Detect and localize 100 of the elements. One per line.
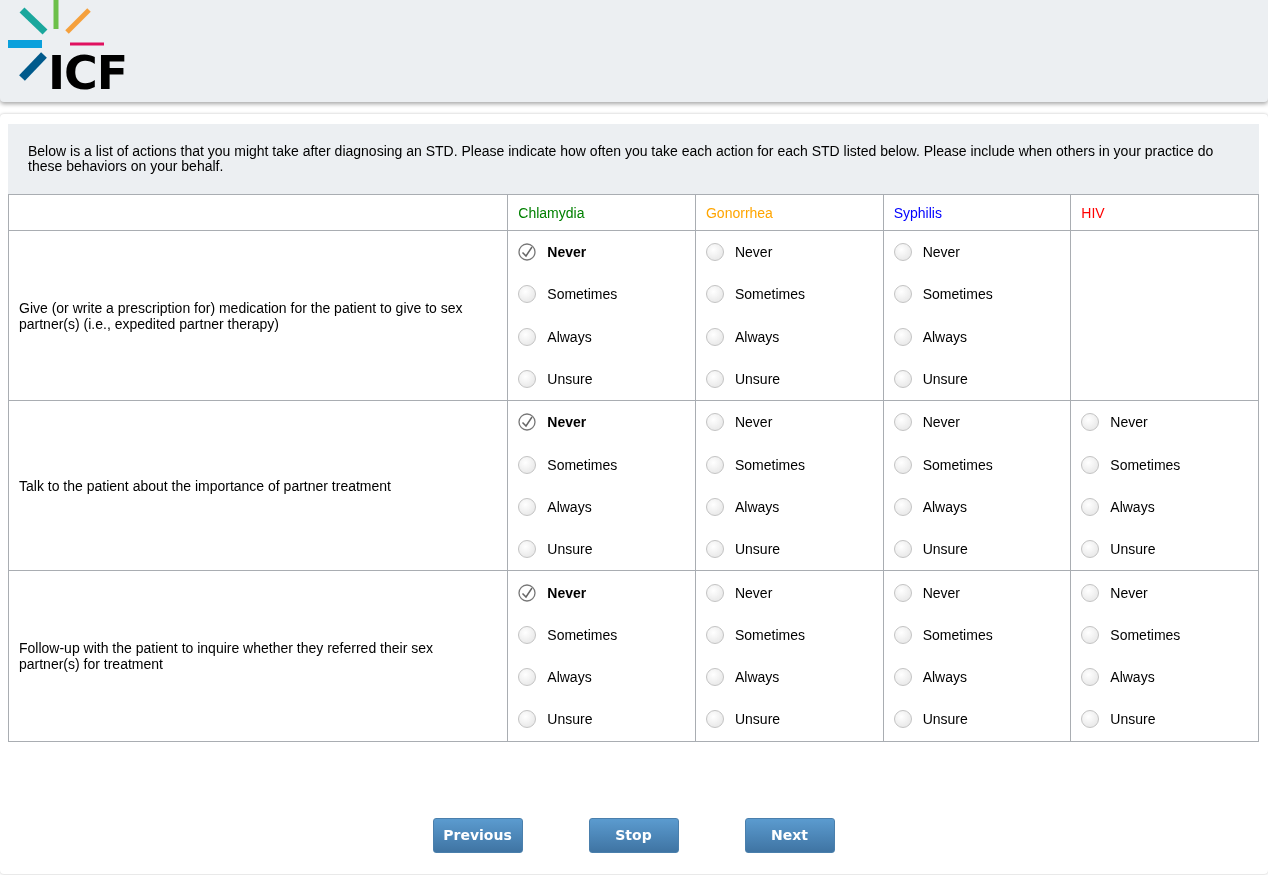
radio-icon[interactable] xyxy=(705,625,724,644)
instructions-text: Below is a list of actions that you might take after diagnosing an STD. Please indicate how often you take each action for each STD listed below. Please include when others in your practice do these behaviors on your behalf. xyxy=(8,124,1259,194)
radio-icon[interactable] xyxy=(893,583,912,602)
radio-option[interactable]: Never xyxy=(883,571,1071,614)
radio-icon[interactable] xyxy=(705,583,724,602)
radio-option[interactable]: Unsure xyxy=(695,698,883,741)
checked-radio-icon[interactable] xyxy=(518,413,537,432)
radio-option[interactable]: Sometimes xyxy=(508,443,695,486)
column-header: Syphilis xyxy=(893,204,942,221)
radio-option[interactable]: Unsure xyxy=(883,528,1071,571)
radio-icon[interactable] xyxy=(518,327,537,346)
radio-icon[interactable] xyxy=(1081,413,1100,432)
radio-icon[interactable] xyxy=(1081,497,1100,516)
radio-option[interactable]: Never xyxy=(508,231,695,274)
radio-option[interactable]: Always xyxy=(1071,485,1258,529)
radio-option[interactable]: Never xyxy=(695,231,883,274)
radio-option[interactable]: Unsure xyxy=(1071,528,1258,571)
radio-option[interactable]: Always xyxy=(883,485,1071,529)
radio-icon[interactable] xyxy=(1081,540,1100,559)
radio-option[interactable]: Sometimes xyxy=(695,443,883,486)
nav-button[interactable]: Previous xyxy=(432,817,523,853)
radio-icon[interactable] xyxy=(893,497,912,516)
radio-option[interactable]: Never xyxy=(1071,401,1258,444)
radio-option[interactable]: Sometimes xyxy=(695,613,883,656)
radio-icon[interactable] xyxy=(705,327,724,346)
radio-icon[interactable] xyxy=(518,540,537,559)
radio-option[interactable]: Unsure xyxy=(883,698,1071,741)
radio-icon[interactable] xyxy=(893,327,912,346)
question-text: Give (or write a prescription for) medication for the patient to give to sex partner(s) (i.e., expedited partner therapy) xyxy=(19,299,463,332)
radio-icon[interactable] xyxy=(1081,583,1100,602)
radio-option[interactable]: Never xyxy=(508,401,695,444)
radio-icon[interactable] xyxy=(1081,668,1100,687)
radio-icon[interactable] xyxy=(1081,710,1100,729)
radio-icon[interactable] xyxy=(705,455,724,474)
radio-option[interactable]: Unsure xyxy=(695,528,883,571)
radio-option[interactable]: Always xyxy=(883,655,1071,699)
nav-button[interactable]: Next xyxy=(744,817,835,853)
radio-icon[interactable] xyxy=(705,540,724,559)
radio-option[interactable]: Unsure xyxy=(508,698,695,741)
radio-icon[interactable] xyxy=(893,285,912,304)
radio-option[interactable]: Unsure xyxy=(1071,698,1258,741)
radio-icon[interactable] xyxy=(893,540,912,559)
radio-icon[interactable] xyxy=(518,625,537,644)
radio-icon[interactable] xyxy=(518,455,537,474)
radio-icon[interactable] xyxy=(518,285,537,304)
radio-option[interactable]: Sometimes xyxy=(508,273,695,316)
radio-option[interactable]: Always xyxy=(695,485,883,529)
radio-option[interactable]: Sometimes xyxy=(1071,613,1258,656)
radio-option[interactable]: Unsure xyxy=(883,357,1071,401)
radio-option[interactable]: Always xyxy=(1071,655,1258,699)
radio-icon[interactable] xyxy=(1081,455,1100,474)
column-header: HIV xyxy=(1081,204,1105,221)
radio-option[interactable]: Always xyxy=(508,315,695,358)
radio-option[interactable]: Unsure xyxy=(695,357,883,401)
radio-option[interactable]: Sometimes xyxy=(508,613,695,656)
radio-icon[interactable] xyxy=(518,497,537,516)
radio-option[interactable]: Never xyxy=(883,231,1071,274)
radio-icon[interactable] xyxy=(893,710,912,729)
radio-icon[interactable] xyxy=(705,370,724,389)
radio-option[interactable]: Always xyxy=(883,315,1071,358)
logo-text: ICF xyxy=(48,50,128,96)
column-header: Chlamydia xyxy=(518,204,585,221)
radio-option[interactable]: Always xyxy=(695,315,883,358)
radio-option[interactable]: Sometimes xyxy=(883,443,1071,486)
radio-icon[interactable] xyxy=(518,668,537,687)
radio-icon[interactable] xyxy=(705,285,724,304)
radio-option[interactable]: Never xyxy=(695,401,883,444)
radio-option[interactable]: Unsure xyxy=(508,528,695,571)
radio-icon[interactable] xyxy=(893,668,912,687)
radio-option[interactable]: Sometimes xyxy=(883,273,1071,316)
radio-icon[interactable] xyxy=(705,710,724,729)
radio-icon[interactable] xyxy=(893,625,912,644)
column-header: Gonorrhea xyxy=(705,204,773,221)
radio-icon[interactable] xyxy=(705,243,724,262)
radio-icon[interactable] xyxy=(705,413,724,432)
radio-icon[interactable] xyxy=(518,710,537,729)
radio-option[interactable]: Always xyxy=(508,485,695,529)
radio-option[interactable]: Sometimes xyxy=(883,613,1071,656)
radio-icon[interactable] xyxy=(518,370,537,389)
question-text: Talk to the patient about the importance of partner treatment xyxy=(19,477,391,494)
radio-icon[interactable] xyxy=(893,413,912,432)
radio-option[interactable]: Sometimes xyxy=(695,273,883,316)
radio-icon[interactable] xyxy=(705,497,724,516)
radio-option[interactable]: Always xyxy=(508,655,695,699)
radio-option[interactable]: Never xyxy=(695,571,883,614)
radio-icon[interactable] xyxy=(893,370,912,389)
checked-radio-icon[interactable] xyxy=(518,583,537,602)
radio-icon[interactable] xyxy=(705,668,724,687)
radio-option[interactable]: Always xyxy=(695,655,883,699)
radio-option[interactable]: Unsure xyxy=(508,357,695,401)
radio-option[interactable]: Never xyxy=(1071,571,1258,614)
radio-icon[interactable] xyxy=(1081,625,1100,644)
radio-icon[interactable] xyxy=(893,243,912,262)
question-text: Follow-up with the patient to inquire whether they referred their sex partner(s) for treatment xyxy=(19,639,433,672)
nav-button[interactable]: Stop xyxy=(588,817,679,853)
checked-radio-icon[interactable] xyxy=(518,243,537,262)
radio-icon[interactable] xyxy=(893,455,912,474)
radio-option[interactable]: Never xyxy=(508,571,695,614)
radio-option[interactable]: Never xyxy=(883,401,1071,444)
radio-option[interactable]: Sometimes xyxy=(1071,443,1258,486)
